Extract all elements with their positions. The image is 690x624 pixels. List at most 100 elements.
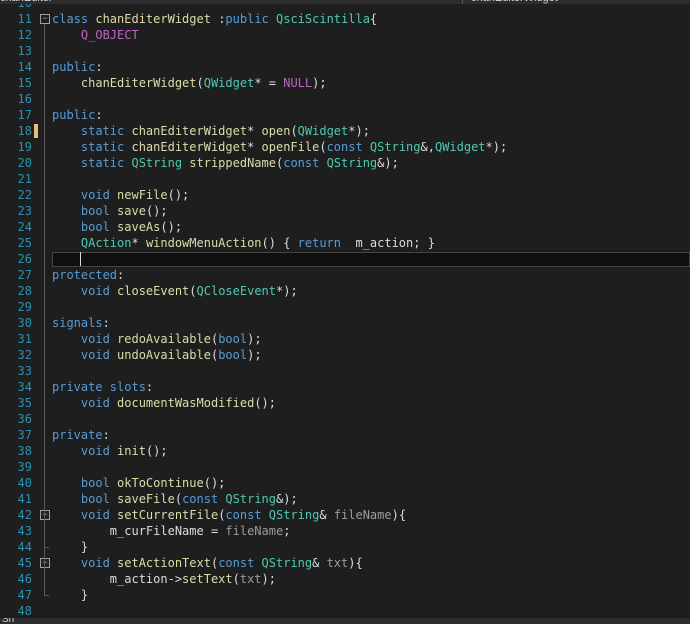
code-text: private slots: bbox=[52, 379, 153, 395]
code-line[interactable]: 38 void init(); bbox=[0, 443, 690, 459]
code-token: bool bbox=[80, 476, 118, 490]
code-token: : bbox=[102, 316, 110, 330]
code-line[interactable]: 16 bbox=[0, 91, 690, 107]
code-token: & bbox=[312, 556, 327, 570]
code-token: *); bbox=[348, 124, 370, 138]
code-token: (); bbox=[145, 444, 168, 458]
code-line[interactable]: 20 static QString strippedName(const QSt… bbox=[0, 155, 690, 171]
code-line[interactable]: 31 void redoAvailable(bool); bbox=[0, 331, 690, 347]
code-token: &, bbox=[420, 140, 435, 154]
line-number: 41 bbox=[17, 492, 32, 506]
code-line[interactable]: 44 } bbox=[0, 539, 690, 555]
fold-collapse-icon[interactable]: − bbox=[40, 510, 50, 520]
code-token: bool bbox=[80, 220, 118, 234]
line-number: 43 bbox=[17, 524, 32, 538]
fold-collapse-icon[interactable]: − bbox=[40, 558, 50, 568]
line-number: 32 bbox=[17, 348, 32, 362]
code-line[interactable]: 10 bbox=[0, 4, 690, 11]
code-token: setCurrentFile bbox=[117, 508, 219, 522]
code-line[interactable]: 19 static chanEditerWidget* openFile(con… bbox=[0, 139, 690, 155]
code-line[interactable]: 17 public: bbox=[0, 107, 690, 123]
code-token: ; bbox=[283, 524, 291, 538]
code-token: closeEvent bbox=[117, 284, 190, 298]
code-token: chanEditerWidget bbox=[80, 76, 197, 90]
code-line[interactable]: 15 chanEditerWidget(QWidget* = NULL); bbox=[0, 75, 690, 91]
code-line[interactable]: 12 Q_OBJECT bbox=[0, 27, 690, 43]
line-number: 22 bbox=[17, 188, 32, 202]
code-line[interactable]: 28 void closeEvent(QCloseEvent*); bbox=[0, 283, 690, 299]
code-token: save bbox=[117, 204, 146, 218]
code-text: static chanEditerWidget* openFile(const … bbox=[52, 139, 507, 155]
code-line[interactable]: 29 bbox=[0, 299, 690, 315]
code-line[interactable]: 46 m_action->setText(txt); bbox=[0, 571, 690, 587]
code-text: class chanEditerWidget :public QsciScint… bbox=[52, 11, 377, 27]
code-line[interactable]: 14 public: bbox=[0, 59, 690, 75]
code-line[interactable]: 21 bbox=[0, 171, 690, 187]
code-line[interactable]: 48 bbox=[0, 603, 690, 618]
code-line[interactable]: 23 bool save(); bbox=[0, 203, 690, 219]
code-line[interactable]: 37 private: bbox=[0, 427, 690, 443]
code-line[interactable]: 32 void undoAvailable(bool); bbox=[0, 347, 690, 363]
code-token: ); bbox=[247, 348, 262, 362]
code-token: strippedName bbox=[189, 156, 276, 170]
code-text: void documentWasModified(); bbox=[52, 395, 276, 411]
code-line[interactable]: 11− class chanEditerWidget :public QsciSc… bbox=[0, 11, 690, 27]
code-line[interactable]: 36 bbox=[0, 411, 690, 427]
code-token: Q_OBJECT bbox=[80, 28, 139, 42]
code-text: public: bbox=[52, 107, 103, 123]
code-token: (); bbox=[160, 220, 183, 234]
code-token: return bbox=[297, 236, 356, 250]
code-line[interactable]: 27 protected: bbox=[0, 267, 690, 283]
code-token: bool bbox=[218, 332, 248, 346]
code-token: void bbox=[80, 348, 118, 362]
code-token: undoAvailable bbox=[117, 348, 211, 362]
code-token: * bbox=[247, 124, 262, 138]
line-number: 14 bbox=[17, 60, 32, 74]
code-token: () { bbox=[261, 236, 298, 250]
line-number: 15 bbox=[17, 76, 32, 90]
code-line[interactable]: 18 static chanEditerWidget* open(QWidget… bbox=[0, 123, 690, 139]
code-line[interactable]: 22 void newFile(); bbox=[0, 187, 690, 203]
code-token: QString bbox=[225, 492, 276, 506]
code-token: } bbox=[52, 540, 89, 554]
line-number: 27 bbox=[17, 268, 32, 282]
code-editor[interactable]: 1011−class chanEditerWidget :public Qsci… bbox=[0, 4, 690, 618]
code-token: ( bbox=[232, 572, 240, 586]
code-token: ( bbox=[196, 76, 204, 90]
code-line[interactable]: 43 m_curFileName = fileName; bbox=[0, 523, 690, 539]
code-text: void undoAvailable(bool); bbox=[52, 347, 262, 363]
line-number: 16 bbox=[17, 92, 32, 106]
code-line[interactable]: 45− void setActionText(const QString& tx… bbox=[0, 555, 690, 571]
code-line[interactable]: 13 bbox=[0, 43, 690, 59]
code-line[interactable]: 34 private slots: bbox=[0, 379, 690, 395]
code-line[interactable]: 35 void documentWasModified(); bbox=[0, 395, 690, 411]
code-line[interactable]: 42− void setCurrentFile(const QString& f… bbox=[0, 507, 690, 523]
code-line[interactable]: 30 signals: bbox=[0, 315, 690, 331]
code-text: bool saveAs(); bbox=[52, 219, 182, 235]
fold-guide bbox=[44, 520, 45, 547]
code-line[interactable]: 26 bbox=[0, 251, 690, 267]
code-line[interactable]: 40 bool okToContinue(); bbox=[0, 475, 690, 491]
code-line[interactable]: 39 bbox=[0, 459, 690, 475]
code-text: } bbox=[52, 587, 88, 603]
code-line[interactable]: 25 QAction* windowMenuAction() { return … bbox=[0, 235, 690, 251]
fold-collapse-icon[interactable]: − bbox=[40, 14, 50, 24]
code-line[interactable]: 47 } bbox=[0, 587, 690, 603]
code-token: chanEditerWidget bbox=[131, 140, 248, 154]
fold-guide bbox=[44, 568, 45, 595]
code-line[interactable]: 33 bbox=[0, 363, 690, 379]
line-number: 40 bbox=[17, 476, 32, 490]
code-token: const bbox=[283, 156, 327, 170]
code-token: m_curFileName = bbox=[52, 524, 226, 538]
line-number: 31 bbox=[17, 332, 32, 346]
code-text: void init(); bbox=[52, 443, 168, 459]
line-number: 35 bbox=[17, 396, 32, 410]
code-token: (); bbox=[254, 396, 276, 410]
code-line[interactable]: 24 bool saveAs(); bbox=[0, 219, 690, 235]
line-number: 38 bbox=[17, 444, 32, 458]
code-text: static chanEditerWidget* open(QWidget*); bbox=[52, 123, 370, 139]
code-line[interactable]: 41 bool saveFile(const QString&); bbox=[0, 491, 690, 507]
code-token: void bbox=[80, 284, 118, 298]
